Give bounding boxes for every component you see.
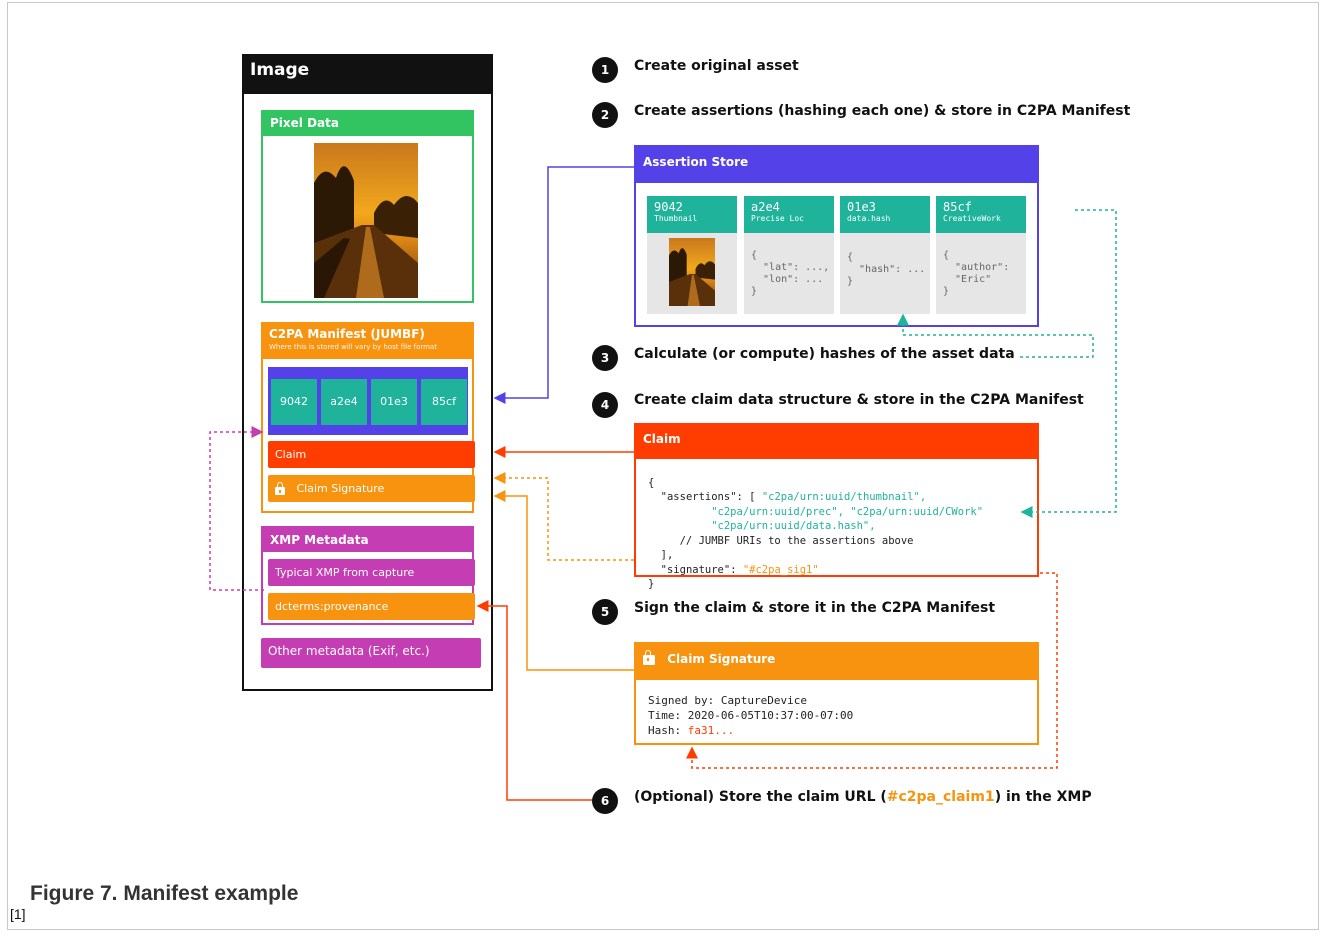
signed-by-line: Signed by: CaptureDevice bbox=[648, 694, 807, 707]
time-line: Time: 2020-06-05T10:37:00-07:00 bbox=[648, 709, 854, 722]
assertion-card-thumbnail: 9042 Thumbnail bbox=[647, 196, 737, 314]
assertion-store-title: Assertion Store bbox=[636, 147, 1037, 183]
step-1-text: Create original asset bbox=[634, 58, 799, 74]
manifest-assertion-store: 9042 a2e4 01e3 85cf bbox=[268, 367, 468, 435]
manifest-tile: 01e3 bbox=[371, 379, 417, 425]
xmp-typical-bar: Typical XMP from capture bbox=[268, 559, 475, 586]
claim-signature-title: Claim Signature bbox=[667, 652, 776, 666]
manifest-claim-signature-label: Claim Signature bbox=[296, 482, 385, 495]
claim-signature-header: Claim Signature bbox=[636, 644, 1037, 680]
assertion-store-box: Assertion Store 9042 Thumbnail a2e4 Precis… bbox=[634, 145, 1039, 327]
step-4-text: Create claim data structure & store in t… bbox=[634, 392, 1084, 408]
assertion-card-precise-loc: a2e4 Precise Loc { "lat": ..., "lon": ...… bbox=[744, 196, 834, 314]
xmp-metadata-title: XMP Metadata bbox=[263, 528, 472, 552]
other-metadata-bar: Other metadata (Exif, etc.) bbox=[261, 638, 481, 668]
claim-line-open: { bbox=[648, 476, 655, 489]
manifest-tile: 85cf bbox=[421, 379, 467, 425]
manifest-tile: 9042 bbox=[271, 379, 317, 425]
claim-signature-body: Signed by: CaptureDevice Time: 2020-06-0… bbox=[648, 693, 853, 738]
step-3-number: 3 bbox=[592, 345, 618, 371]
claim-uri-data-hash: "c2pa/urn:uuid/data.hash", bbox=[711, 520, 876, 532]
step-1-number: 1 bbox=[592, 57, 618, 83]
card-id: a2e4 bbox=[751, 200, 780, 214]
c2pa-manifest-title: C2PA Manifest (JUMBF) bbox=[269, 327, 425, 341]
claim-signature-box: Claim Signature Signed by: CaptureDevice… bbox=[634, 642, 1039, 745]
claim-box: Claim { "assertions": [ "c2pa/urn:uuid/t… bbox=[634, 423, 1039, 590]
card-body: { "author": "Eric" } bbox=[943, 250, 1010, 297]
c2pa-manifest-subtitle: Where this is stored will vary by host f… bbox=[269, 343, 437, 351]
hash-value: fa31... bbox=[687, 724, 735, 737]
xmp-provenance-bar: dcterms:provenance bbox=[268, 593, 475, 620]
step-2-number: 2 bbox=[592, 102, 618, 128]
step-6-text-after: ) in the XMP bbox=[994, 789, 1092, 805]
claim-signature-value: "#c2pa_sig1" bbox=[742, 563, 819, 576]
claim-close-bracket: ], bbox=[660, 549, 674, 561]
lock-icon bbox=[643, 649, 655, 665]
step-2-text: Create assertions (hashing each one) & s… bbox=[634, 103, 1131, 119]
claim-uri-thumbnail: "c2pa/urn:uuid/thumbnail", bbox=[761, 491, 927, 503]
card-label: CreativeWork bbox=[943, 214, 1001, 223]
card-id: 85cf bbox=[943, 200, 972, 214]
card-id: 01e3 bbox=[847, 200, 876, 214]
thumbnail-photo bbox=[669, 238, 715, 306]
claim-code: { "assertions": [ "c2pa/urn:uuid/thumbna… bbox=[648, 461, 983, 592]
claim-line-close: } bbox=[648, 578, 655, 590]
pixel-data-title: Pixel Data bbox=[263, 112, 472, 136]
card-label: data.hash bbox=[847, 214, 891, 223]
image-panel-header: Image bbox=[244, 56, 491, 94]
card-label: Precise Loc bbox=[751, 214, 804, 223]
step-6-number: 6 bbox=[592, 788, 618, 814]
manifest-claim-signature-bar: Claim Signature bbox=[268, 475, 475, 502]
card-label: Thumbnail bbox=[654, 214, 698, 223]
c2pa-manifest-box: C2PA Manifest (JUMBF) Where this is stor… bbox=[261, 322, 475, 513]
sunset-road-photo bbox=[314, 143, 418, 298]
step-4-number: 4 bbox=[592, 392, 618, 418]
claim-signature-key: "signature": bbox=[660, 563, 743, 576]
claim-title: Claim bbox=[636, 425, 1037, 459]
manifest-claim-bar: Claim bbox=[268, 441, 475, 468]
step-6-text: (Optional) Store the claim URL (#c2pa_cl… bbox=[634, 789, 1092, 805]
step-6-text-before: (Optional) Store the claim URL ( bbox=[634, 789, 887, 805]
card-id: 9042 bbox=[654, 200, 683, 214]
manifest-tile: a2e4 bbox=[321, 379, 367, 425]
claim-assertions-key: "assertions": [ bbox=[660, 491, 762, 503]
figure-caption: Figure 7. Manifest example bbox=[30, 882, 299, 905]
lock-icon bbox=[275, 482, 285, 495]
claim-comment: // JUMBF URIs to the assertions above bbox=[679, 534, 914, 547]
card-body: { "lat": ..., "lon": ... } bbox=[751, 250, 830, 297]
step-5-text: Sign the claim & store it in the C2PA Ma… bbox=[634, 600, 996, 616]
step-3-text: Calculate (or compute) hashes of the ass… bbox=[634, 346, 1015, 362]
claim-uri-prec-cwork: "c2pa/urn:uuid/prec", "c2pa/urn:uuid/CWo… bbox=[711, 505, 984, 518]
footnote-ref: [1] bbox=[10, 906, 26, 922]
hash-label: Hash: bbox=[648, 724, 688, 737]
assertion-card-creative-work: 85cf CreativeWork { "author": "Eric" } bbox=[936, 196, 1026, 314]
pixel-data-box: Pixel Data bbox=[261, 110, 474, 303]
step-5-number: 5 bbox=[592, 599, 618, 625]
hash-line: Hash: fa31... bbox=[648, 723, 853, 738]
c2pa-manifest-header: C2PA Manifest (JUMBF) Where this is stor… bbox=[263, 324, 472, 359]
step-6-claim-url: #c2pa_claim1 bbox=[886, 789, 995, 805]
assertion-card-data-hash: 01e3 data.hash { "hash": ... } bbox=[840, 196, 930, 314]
card-body: { "hash": ... } bbox=[847, 252, 926, 287]
xmp-metadata-box: XMP Metadata Typical XMP from capture dc… bbox=[261, 526, 475, 625]
